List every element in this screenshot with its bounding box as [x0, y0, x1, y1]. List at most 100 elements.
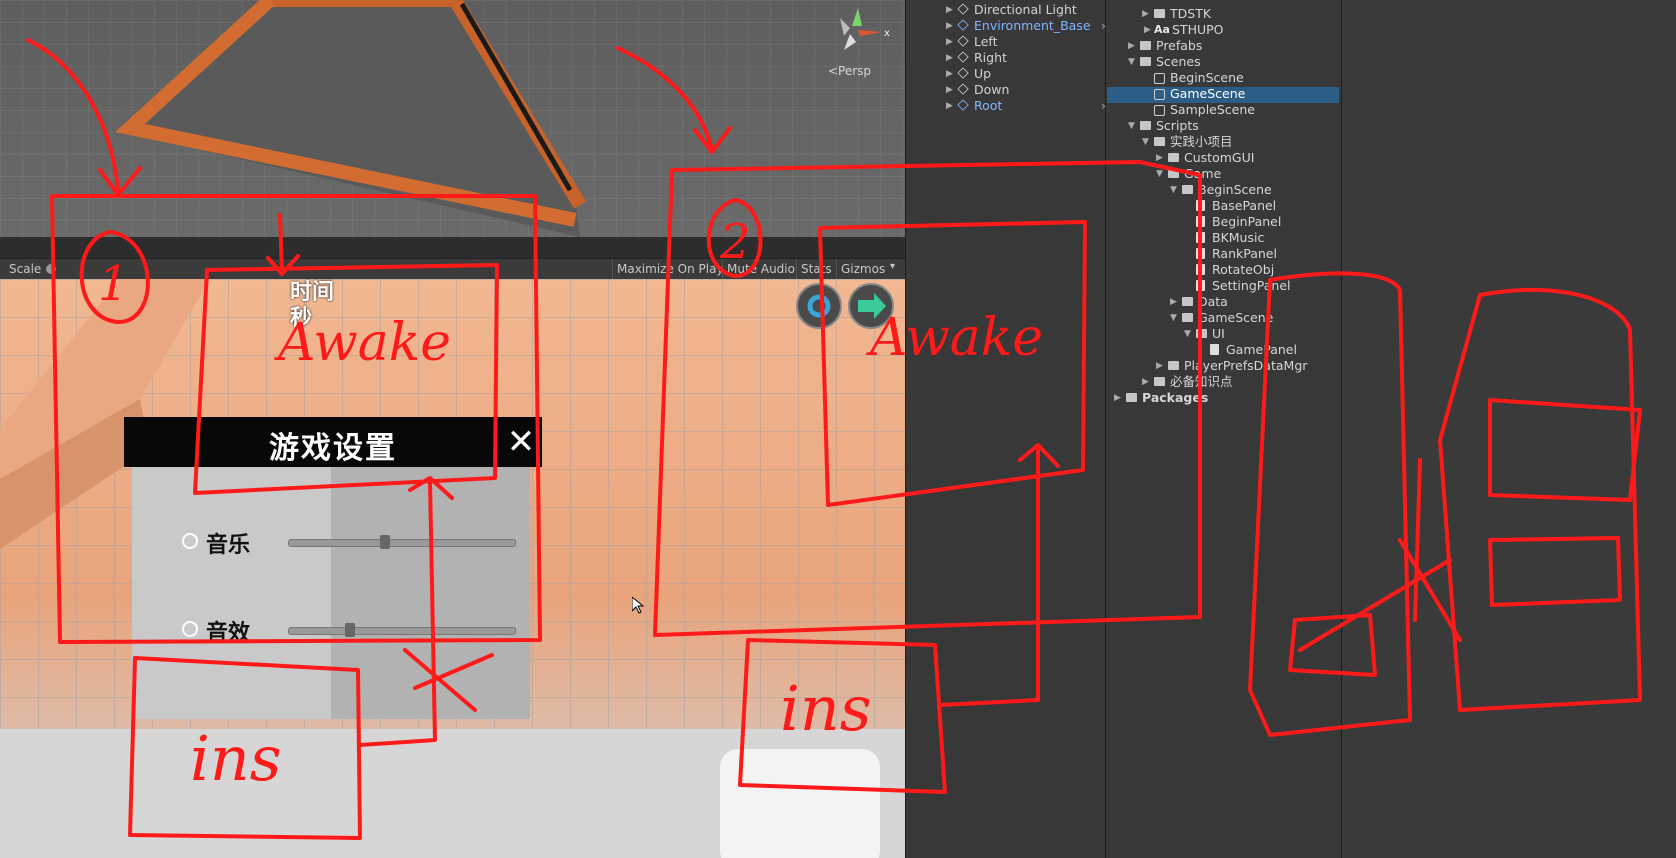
- project-item[interactable]: ▶ 必备知识点: [1142, 374, 1233, 390]
- scene-icon: [1154, 89, 1165, 100]
- game-view-toolbar: Scale Maximize On Play Mute Audio Stats …: [0, 258, 905, 280]
- sfx-label: 音效: [206, 621, 251, 646]
- scene-border-mesh: [115, 0, 586, 237]
- sfx-slider-thumb[interactable]: [345, 623, 356, 637]
- folder-icon: [1182, 185, 1193, 194]
- hierarchy-item[interactable]: ▶ Directional Light: [946, 2, 1077, 18]
- project-item[interactable]: ▶ CustomGUI: [1156, 150, 1254, 166]
- music-slider-thumb[interactable]: [379, 535, 390, 549]
- font-icon: Aa: [1154, 23, 1170, 36]
- project-item[interactable]: ▶ Data: [1170, 294, 1228, 310]
- project-item[interactable]: BeginScene: [1154, 70, 1244, 86]
- scale-label: Scale: [9, 262, 42, 276]
- project-item[interactable]: SettingPanel: [1196, 278, 1290, 294]
- hierarchy-item[interactable]: ▶ Down: [946, 82, 1009, 98]
- sfx-slider[interactable]: [288, 623, 516, 637]
- hierarchy-item[interactable]: ▶ Up: [946, 66, 991, 82]
- scale-slider-thumb[interactable]: [46, 264, 56, 274]
- gameobject-icon: [957, 83, 969, 95]
- timer-label: 时间 秒: [290, 280, 334, 332]
- close-icon[interactable]: ✕: [502, 422, 540, 462]
- settings-body: 音乐 音效: [132, 467, 530, 719]
- folder-icon: [1168, 153, 1179, 162]
- script-icon: [1196, 232, 1205, 243]
- hierarchy-item[interactable]: ▶ Root ›: [946, 98, 1106, 114]
- gameobject-icon: [957, 35, 969, 47]
- folder-icon: [1126, 393, 1137, 402]
- stats-button[interactable]: Stats: [798, 261, 835, 277]
- game-object-white-block: [720, 749, 880, 858]
- project-item[interactable]: GamePanel: [1210, 342, 1297, 358]
- timer-label-line2: 秒: [290, 306, 313, 331]
- folder-icon: [1168, 169, 1179, 178]
- folder-icon: [1182, 313, 1193, 322]
- project-item[interactable]: RotateObj: [1196, 262, 1274, 278]
- gameobject-icon: [957, 67, 969, 79]
- gear-icon: [807, 294, 831, 318]
- persp-label[interactable]: <Persp: [828, 64, 871, 78]
- prefab-icon: [957, 99, 969, 111]
- script-icon: [1196, 248, 1205, 259]
- hierarchy-item[interactable]: ▶ Right: [946, 50, 1007, 66]
- project-item[interactable]: ▶ TDSTK: [1142, 6, 1211, 22]
- script-icon: [1196, 216, 1205, 227]
- project-item[interactable]: ▼ Scenes: [1128, 54, 1201, 70]
- prefab-icon: [957, 19, 969, 31]
- folder-icon: [1154, 137, 1165, 146]
- folder-icon: [1196, 329, 1207, 338]
- script-icon: [1196, 280, 1205, 291]
- project-item[interactable]: BeginPanel: [1196, 214, 1281, 230]
- project-item[interactable]: ▼ GameScene: [1170, 310, 1273, 326]
- hierarchy-panel: ▶ Directional Light ▶ Environment_Base › ▶ L…: [905, 0, 1106, 858]
- script-icon: [1196, 264, 1205, 275]
- project-item[interactable]: BKMusic: [1196, 230, 1264, 246]
- scene-icon: [1154, 105, 1165, 116]
- settings-gear-button[interactable]: [796, 283, 842, 329]
- project-item[interactable]: ▶ Packages: [1114, 390, 1208, 406]
- project-item[interactable]: GameScene: [1154, 86, 1245, 102]
- project-item[interactable]: SampleScene: [1154, 102, 1255, 118]
- project-item[interactable]: ▼ Game: [1156, 166, 1221, 182]
- gameobject-icon: [957, 51, 969, 63]
- music-label: 音乐: [206, 533, 251, 558]
- project-item[interactable]: BasePanel: [1196, 198, 1276, 214]
- settings-title: 游戏设置: [269, 431, 397, 466]
- gizmos-dropdown-icon[interactable]: ▾: [890, 261, 895, 272]
- svg-text:x: x: [884, 28, 890, 39]
- project-item[interactable]: ▶ PlayerPrefsDataMgr: [1156, 358, 1307, 374]
- folder-icon: [1168, 361, 1179, 370]
- hierarchy-item[interactable]: ▶ Left: [946, 34, 998, 50]
- script-icon: [1196, 200, 1205, 211]
- maximize-on-play-button[interactable]: Maximize On Play: [614, 261, 727, 277]
- folder-icon: [1140, 121, 1151, 130]
- script-icon: [1210, 344, 1219, 355]
- project-item[interactable]: ▼ UI: [1184, 326, 1225, 342]
- folder-icon: [1154, 377, 1165, 386]
- music-row: 音乐: [182, 527, 516, 558]
- music-slider[interactable]: [288, 535, 516, 549]
- sfx-toggle[interactable]: [182, 621, 198, 637]
- project-item[interactable]: ▼ 实践小项目: [1142, 134, 1233, 150]
- timer-label-line1: 时间: [290, 280, 335, 305]
- inspector-panel: [1341, 0, 1676, 858]
- project-item[interactable]: ▶ Prefabs: [1128, 38, 1202, 54]
- mute-audio-button[interactable]: Mute Audio: [724, 261, 798, 277]
- gizmos-button[interactable]: Gizmos: [838, 261, 888, 277]
- folder-icon: [1154, 9, 1165, 18]
- gameobject-icon: [957, 3, 969, 15]
- scene-view[interactable]: x <Persp ⋮: [0, 0, 905, 237]
- scene-icon: [1154, 73, 1165, 84]
- arrow-right-icon: [858, 293, 886, 319]
- project-item[interactable]: RankPanel: [1196, 246, 1277, 262]
- project-item[interactable]: ▼ BeginScene: [1170, 182, 1272, 198]
- hierarchy-item[interactable]: ▶ Environment_Base ›: [946, 18, 1106, 34]
- orientation-gizmo-icon[interactable]: x: [820, 6, 890, 56]
- folder-icon: [1182, 297, 1193, 306]
- project-item[interactable]: ▼ Scripts: [1128, 118, 1199, 134]
- folder-icon: [1140, 57, 1151, 66]
- sfx-row: 音效: [182, 615, 516, 646]
- project-item[interactable]: ▶ Aa STHUPO: [1144, 22, 1224, 38]
- music-toggle[interactable]: [182, 533, 198, 549]
- folder-icon: [1140, 41, 1151, 50]
- next-arrow-button[interactable]: [848, 283, 894, 329]
